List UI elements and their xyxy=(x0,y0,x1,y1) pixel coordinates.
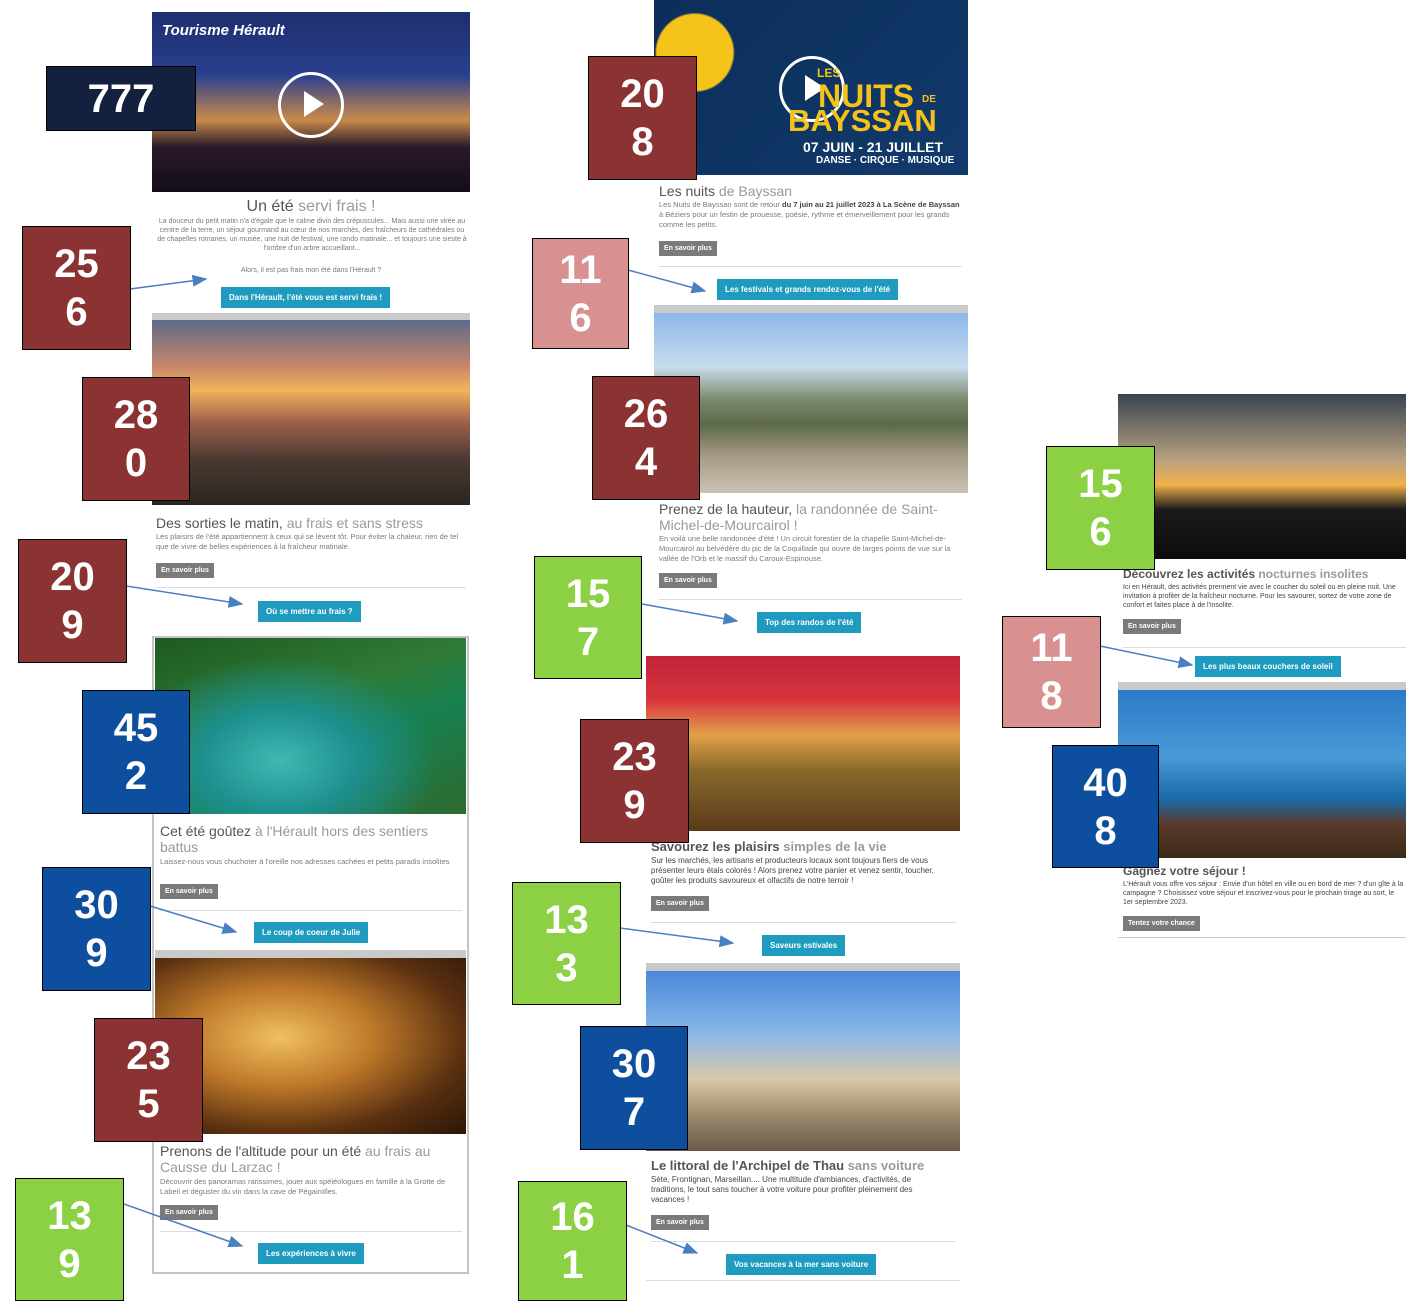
badge-239: 23 9 xyxy=(580,719,689,843)
badge-139: 13 9 xyxy=(15,1178,124,1301)
badge-408: 40 8 xyxy=(1052,745,1159,868)
annotation-arrows xyxy=(123,269,1194,1254)
arrow xyxy=(149,905,238,934)
arrow xyxy=(641,603,739,625)
badge-156: 15 6 xyxy=(1046,446,1155,570)
badge-264: 26 4 xyxy=(592,376,700,500)
badge-309: 30 9 xyxy=(42,867,151,991)
badge-208: 20 8 xyxy=(588,56,697,180)
badge-116: 11 6 xyxy=(532,238,629,349)
arrow xyxy=(129,274,208,290)
badge-280: 28 0 xyxy=(82,377,190,501)
badge-452: 45 2 xyxy=(82,690,190,814)
arrow xyxy=(625,1224,699,1254)
arrow xyxy=(125,585,244,608)
badge-307: 30 7 xyxy=(580,1026,688,1150)
badge-209: 20 9 xyxy=(18,539,127,663)
badge-157: 15 7 xyxy=(534,556,642,679)
badge-777: 777 xyxy=(46,66,196,131)
arrow xyxy=(619,927,735,948)
badge-133: 13 3 xyxy=(512,882,621,1005)
arrow xyxy=(627,269,707,294)
badge-161: 16 1 xyxy=(518,1181,627,1301)
arrow xyxy=(123,1203,244,1248)
arrow xyxy=(1099,645,1194,669)
badge-118: 11 8 xyxy=(1002,616,1101,728)
badge-235: 23 5 xyxy=(94,1018,203,1142)
badge-256: 25 6 xyxy=(22,226,131,350)
